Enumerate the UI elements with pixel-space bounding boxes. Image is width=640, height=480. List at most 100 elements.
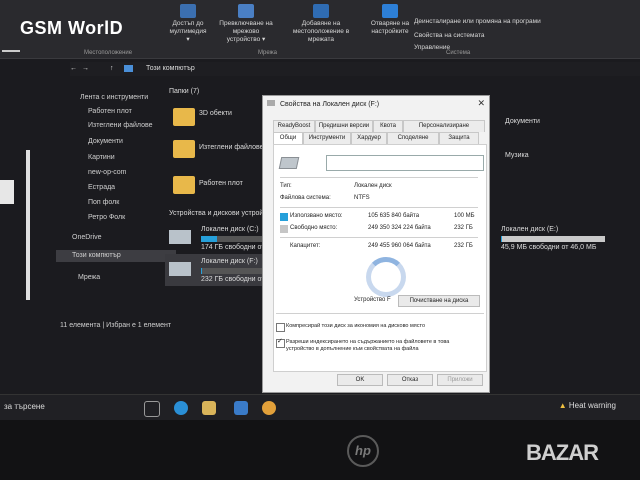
tab-general[interactable]: Общи xyxy=(273,132,303,144)
laptop-bezel: hp BAZAR xyxy=(0,420,640,480)
folder-desktop[interactable]: Работен плот xyxy=(199,180,243,187)
compress-checkbox[interactable] xyxy=(276,323,285,332)
folder-documents[interactable]: Документи xyxy=(505,118,540,125)
navigation-pane: Лента с инструменти Работен плот Изтегле… xyxy=(0,86,176,336)
used-space-row: Използвано място: 105 635 840 байта 100 … xyxy=(290,213,475,219)
drive-c-usage-fill xyxy=(201,236,217,242)
drive-c[interactable]: Локален диск (C:) 174 ГБ свободни от xyxy=(169,226,265,254)
drive-icon xyxy=(278,157,300,169)
ribbon-uninstall-link[interactable]: Деинсталиране или промяна на програми xyxy=(414,18,554,26)
dialog-title: Свойства на Локален диск (F:) xyxy=(267,98,379,112)
ribbon-open-settings[interactable]: Отваряне на настройките xyxy=(368,4,412,36)
folder-icon xyxy=(173,176,195,194)
index-label: Разреши индексирането на съдържанието на… xyxy=(286,339,450,352)
drive-icon xyxy=(169,230,191,244)
up-arrow-icon[interactable]: ↑ xyxy=(110,62,114,76)
nav-item-quick-access[interactable]: Лента с инструменти xyxy=(80,92,148,104)
tab-sharing[interactable]: Споделяне xyxy=(387,132,439,144)
check-icon: ✓ xyxy=(277,338,283,345)
tab-quota[interactable]: Квота xyxy=(373,120,403,132)
bazar-watermark: BAZAR xyxy=(526,440,599,465)
computer-icon xyxy=(124,65,133,72)
tab-security[interactable]: Защита xyxy=(439,132,479,144)
free-space-row: Свободно място: 249 350 324 224 байта 23… xyxy=(290,225,473,231)
disk-cleanup-button[interactable]: Почистване на диска xyxy=(398,295,480,307)
left-desktop-edge xyxy=(0,40,30,300)
ribbon-add-network-location[interactable]: Добавяне на местоположение в мрежата xyxy=(282,4,360,44)
drive-f-usage-bar xyxy=(201,268,265,274)
nav-item-downloads[interactable]: Изтеглени файлове xyxy=(88,120,153,132)
folders-header[interactable]: Папки (7) xyxy=(169,88,199,95)
nav-item-retro-folk[interactable]: Ретро Фолк xyxy=(88,212,125,224)
nav-item-this-pc[interactable]: Този компютър xyxy=(56,250,176,262)
edge-browser-icon[interactable] xyxy=(174,401,188,415)
apply-button[interactable]: Приложи xyxy=(437,374,483,386)
divider xyxy=(276,313,484,314)
mail-icon[interactable] xyxy=(234,401,248,415)
tab-customize[interactable]: Персонализиране xyxy=(403,120,485,132)
drive-f[interactable]: Локален диск (F:) 232 ГБ свободни от xyxy=(165,254,265,286)
task-view-icon[interactable] xyxy=(144,401,160,417)
drive-f-usage-fill xyxy=(201,268,202,274)
device-label: Устройство F xyxy=(354,297,391,303)
folder-3d-objects[interactable]: 3D обекти xyxy=(199,110,232,117)
ribbon-system-properties-link[interactable]: Свойства на системата xyxy=(414,32,554,40)
forward-arrow-icon[interactable]: → xyxy=(82,62,89,76)
drive-e[interactable]: Локален диск (E:) 45,9 МБ свободни от 46… xyxy=(497,226,607,256)
drive-c-usage-bar xyxy=(201,236,265,242)
warning-icon: ▲ xyxy=(558,401,567,410)
tab-previous-versions[interactable]: Предишни версии xyxy=(315,120,373,132)
tab-hardware[interactable]: Хардуер xyxy=(351,132,387,144)
properties-dialog: Свойства на Локален диск (F:) ✕ ReadyBoo… xyxy=(262,95,490,393)
chrome-icon[interactable] xyxy=(262,401,276,415)
hp-logo: hp xyxy=(347,435,379,467)
capacity-row: Капацитет: 249 455 960 064 байта 232 ГБ xyxy=(290,243,473,249)
ribbon-map-network-drive[interactable]: Превключване на мрежово устройство ▾ xyxy=(216,4,276,44)
nav-item-estrada[interactable]: Естрада xyxy=(88,182,115,194)
media-icon xyxy=(180,4,196,18)
back-arrow-icon[interactable]: ← xyxy=(70,62,77,76)
folder-icon xyxy=(173,108,195,126)
drive-e-usage-fill xyxy=(501,236,503,242)
tab-tools[interactable]: Инструменти xyxy=(303,132,351,144)
nav-item-documents[interactable]: Документи xyxy=(88,136,123,148)
desktop-shortcut-icon xyxy=(2,50,20,52)
scrollbar-track[interactable] xyxy=(26,150,30,300)
nav-item-pictures[interactable]: Картини xyxy=(88,152,115,164)
volume-name-input[interactable] xyxy=(326,155,484,171)
close-icon[interactable]: ✕ xyxy=(477,98,485,109)
ribbon-media-access[interactable]: Достъп до мултимедия ▾ xyxy=(168,4,208,44)
folder-icon xyxy=(173,140,195,158)
type-row: Тип: Локален диск xyxy=(280,183,392,189)
tab-row-1: ReadyBoost Предишни версии Квота Персона… xyxy=(273,120,485,132)
ok-button[interactable]: OK xyxy=(337,374,383,386)
usage-pie-chart xyxy=(366,257,406,297)
free-color-swatch xyxy=(280,225,288,233)
ribbon-manage-link[interactable]: Управление xyxy=(414,44,554,52)
tab-readyboost[interactable]: ReadyBoost xyxy=(273,120,315,132)
folder-downloads[interactable]: Изтеглени файлове xyxy=(199,144,264,151)
folder-music[interactable]: Музика xyxy=(505,152,529,159)
address-path: Този компютър xyxy=(146,65,195,72)
tab-row-2: Общи Инструменти Хардуер Споделяне Защит… xyxy=(273,132,485,144)
nav-item-desktop[interactable]: Работен плот xyxy=(88,106,132,118)
desktop-screen: Достъп до мултимедия ▾ Превключване на м… xyxy=(0,0,640,420)
index-checkbox[interactable]: ✓ xyxy=(276,338,285,348)
cancel-button[interactable]: Отказ xyxy=(387,374,433,386)
network-drive-icon xyxy=(238,4,254,18)
divider xyxy=(280,207,478,208)
weather-widget[interactable]: ▲ Heat warning xyxy=(559,401,616,410)
nav-item-new-op-com[interactable]: new-op-com xyxy=(88,167,127,179)
drive-icon xyxy=(169,262,191,276)
nav-item-pop-folk[interactable]: Поп фолк xyxy=(88,197,119,209)
file-explorer-icon[interactable] xyxy=(202,401,216,415)
divider xyxy=(280,237,478,238)
gear-icon xyxy=(382,4,398,18)
taskbar-search[interactable]: за търсене xyxy=(0,397,134,417)
network-location-icon xyxy=(313,4,329,18)
ribbon-group-network: Мрежа xyxy=(258,50,277,56)
nav-item-network[interactable]: Мрежа xyxy=(78,272,100,284)
nav-item-onedrive[interactable]: OneDrive xyxy=(72,232,102,244)
status-bar: 11 елемента | Избран е 1 елемент xyxy=(60,322,172,329)
address-bar[interactable]: ← → ↑ Този компютър xyxy=(70,62,640,76)
